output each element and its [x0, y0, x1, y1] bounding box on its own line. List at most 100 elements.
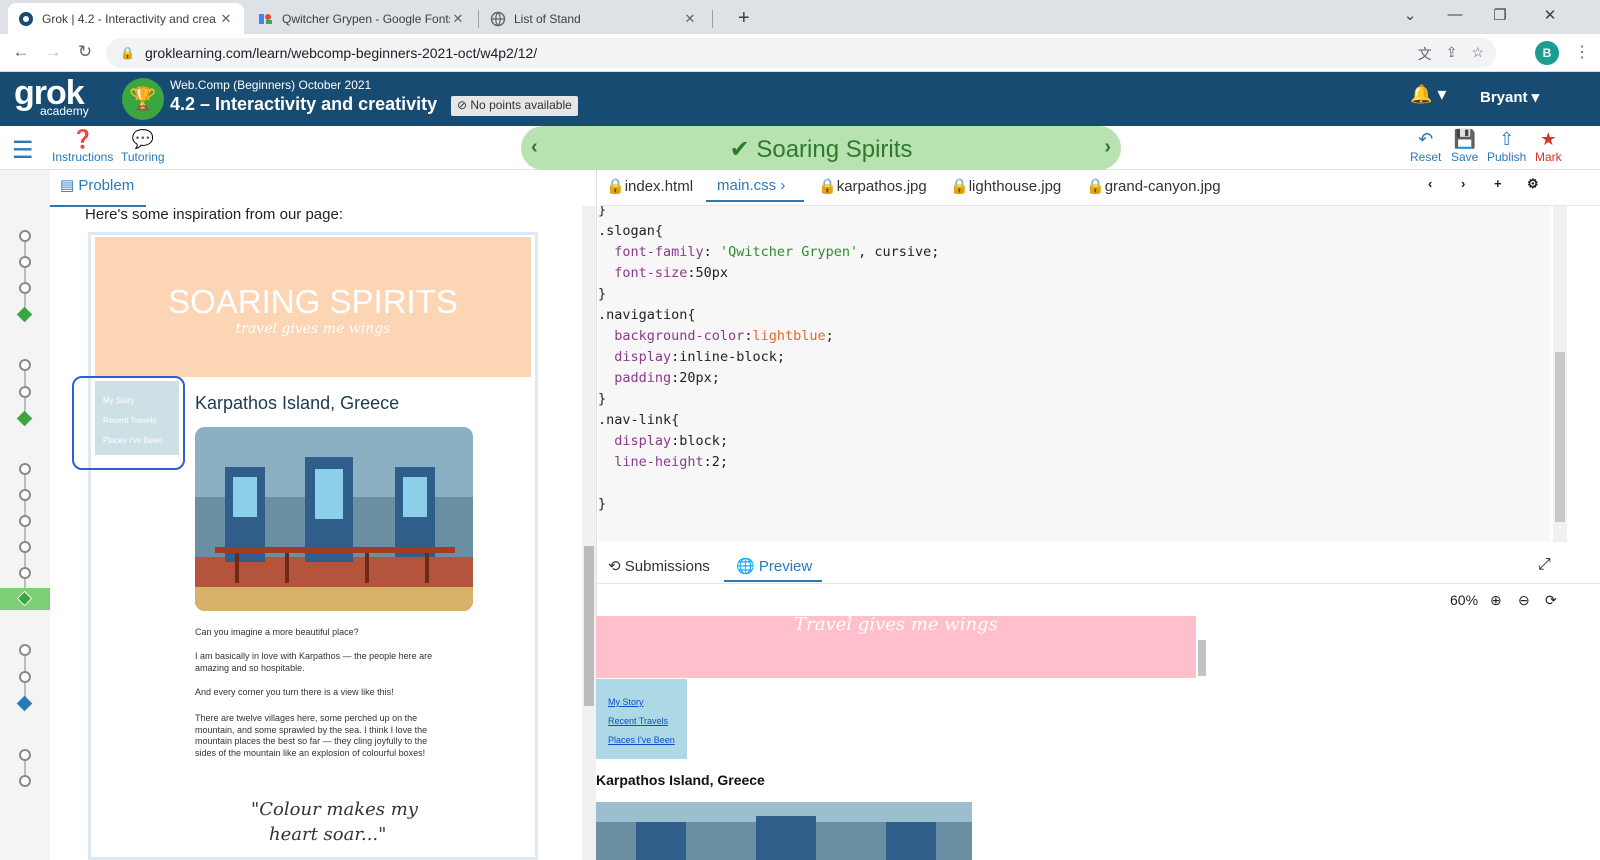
karpathos-photo: [195, 427, 473, 611]
scrollbar-thumb[interactable]: [584, 546, 594, 706]
globe-icon: 🌐: [736, 558, 759, 575]
preview-photo: [596, 802, 972, 860]
banner-title-text: Soaring Spirits: [756, 136, 913, 163]
file-tab-label: main.css: [717, 177, 777, 194]
course-name[interactable]: Web.Comp (Beginners) October 2021: [170, 78, 371, 92]
file-tab-main-css[interactable]: main.css ›: [717, 177, 785, 194]
progress-node[interactable]: [19, 489, 31, 501]
preview-tabs: ⟲ Submissions 🌐 Preview: [596, 548, 1600, 584]
progress-node[interactable]: [19, 541, 31, 553]
progress-node[interactable]: [19, 567, 31, 579]
url-field[interactable]: 🔒 groklearning.com/learn/webcomp-beginne…: [106, 38, 1496, 68]
preview-frame[interactable]: Travel gives me wings My Story Recent Tr…: [596, 616, 1196, 860]
preview-nav-link[interactable]: Recent Travels: [608, 712, 687, 731]
scrollbar-thumb[interactable]: [1555, 352, 1565, 522]
problem-title: ✔ Soaring Spirits: [521, 135, 1121, 164]
progress-node[interactable]: [19, 256, 31, 268]
progress-node[interactable]: [19, 230, 31, 242]
quote-line: heart soar...": [269, 824, 387, 846]
lock-icon: 🔒: [818, 178, 837, 195]
css-value: :inline-block;: [671, 349, 785, 365]
progress-node[interactable]: [19, 749, 31, 761]
tab-close-icon[interactable]: ✕: [218, 11, 234, 27]
user-menu[interactable]: Bryant ▾: [1480, 88, 1539, 106]
expand-icon[interactable]: ⤢: [1538, 556, 1551, 574]
translate-icon[interactable]: 文: [1418, 44, 1432, 64]
reload-icon[interactable]: ↻: [74, 42, 96, 62]
tab-title: List of Stand: [514, 11, 581, 26]
grok-logo[interactable]: grok academy: [14, 74, 89, 118]
file-tab-index-html[interactable]: 🔒index.html: [606, 177, 693, 195]
close-window-icon[interactable]: ✕: [1540, 6, 1560, 24]
profile-avatar[interactable]: B: [1535, 41, 1559, 65]
scroll-tabs-left-icon[interactable]: ‹: [1428, 176, 1432, 191]
preview-scrollbar[interactable]: [1196, 616, 1208, 860]
mock-paragraph: Can you imagine a more beautiful place?: [195, 627, 359, 637]
tab-preview[interactable]: 🌐 Preview: [736, 557, 812, 575]
tab-close-icon[interactable]: ✕: [682, 11, 698, 27]
file-tab-label: lighthouse.jpg: [968, 178, 1062, 195]
bookmark-star-icon[interactable]: ☆: [1471, 44, 1484, 64]
file-tab-karpathos-jpg[interactable]: 🔒karpathos.jpg: [818, 177, 927, 195]
css-value: :block;: [671, 433, 729, 449]
progress-node[interactable]: [19, 515, 31, 527]
completed-diamond-icon[interactable]: [16, 410, 33, 427]
browser-tab-google-fonts[interactable]: Qwitcher Grypen - Google Fonts ✕: [248, 3, 476, 34]
restore-icon[interactable]: ❐: [1490, 6, 1510, 24]
scroll-tabs-right-icon[interactable]: ›: [1461, 176, 1465, 191]
css-property: font-family: [614, 244, 704, 260]
share-icon[interactable]: ⇪: [1446, 44, 1458, 64]
code-text: }: [598, 286, 607, 302]
save-button[interactable]: 💾 Save: [1451, 128, 1478, 164]
preview-nav-link[interactable]: Places I've Been: [608, 731, 687, 750]
file-tab-lighthouse-jpg[interactable]: 🔒lighthouse.jpg: [950, 177, 1061, 195]
next-problem-arrow-icon[interactable]: ›: [1104, 136, 1111, 159]
reset-button[interactable]: ↶ Reset: [1410, 128, 1441, 164]
publish-button[interactable]: ⇧ Publish: [1487, 128, 1526, 164]
address-bar-row: ← → ↻ 🔒 groklearning.com/learn/webcomp-b…: [0, 34, 1600, 72]
file-tab-grand-canyon-jpg[interactable]: 🔒grand-canyon.jpg: [1086, 177, 1221, 195]
refresh-preview-icon[interactable]: ⟳: [1545, 592, 1557, 609]
preview-nav-link[interactable]: My Story: [608, 693, 687, 712]
progress-node[interactable]: [19, 644, 31, 656]
back-arrow-icon[interactable]: ←: [10, 42, 32, 62]
progress-node[interactable]: [19, 775, 31, 787]
problem-tab[interactable]: ▤ Problem: [60, 176, 134, 194]
code-editor[interactable]: } .slogan{ font-family: 'Qwitcher Grypen…: [598, 206, 1550, 542]
minimize-icon[interactable]: —: [1445, 6, 1465, 23]
browser-tab-grok[interactable]: Grok | 4.2 - Interactivity and crea ✕: [8, 3, 244, 34]
editor-scrollbar[interactable]: [1553, 206, 1567, 542]
tutoring-button[interactable]: 💬 Tutoring: [121, 128, 165, 164]
undo-icon: ↶: [1418, 129, 1434, 149]
tab-submissions[interactable]: ⟲ Submissions: [608, 557, 710, 575]
tab-close-icon[interactable]: ✕: [450, 11, 466, 27]
mark-button[interactable]: ★ Mark: [1535, 128, 1562, 164]
forward-arrow-icon[interactable]: →: [42, 42, 64, 62]
code-text: , cursive;: [858, 244, 940, 260]
new-tab-icon[interactable]: +: [738, 7, 750, 30]
progress-node[interactable]: [19, 386, 31, 398]
progress-node[interactable]: [19, 671, 31, 683]
tab-search-chevron-icon[interactable]: ⌄: [1400, 6, 1420, 24]
zoom-in-icon[interactable]: ⊕: [1490, 592, 1502, 609]
css-property: padding: [614, 370, 672, 386]
blue-diamond-icon[interactable]: [16, 695, 33, 712]
instructions-button[interactable]: ❓ Instructions: [52, 128, 113, 164]
list-menu-icon[interactable]: ☰: [12, 136, 34, 165]
settings-gear-icon[interactable]: ⚙: [1527, 176, 1539, 192]
browser-menu-icon[interactable]: ⋮: [1574, 42, 1590, 62]
problem-scrollbar[interactable]: [582, 206, 596, 860]
google-fonts-favicon-icon: [259, 13, 272, 24]
scrollbar-thumb[interactable]: [1198, 640, 1206, 676]
zoom-out-icon[interactable]: ⊖: [1518, 592, 1530, 609]
browser-tab-list[interactable]: List of Stand ✕: [480, 3, 708, 34]
progress-node[interactable]: [19, 359, 31, 371]
notification-bell-icon[interactable]: 🔔 ▾: [1410, 84, 1446, 105]
tab-label: Preview: [758, 558, 813, 575]
add-file-icon[interactable]: +: [1494, 176, 1502, 191]
progress-node[interactable]: [19, 463, 31, 475]
completed-diamond-icon[interactable]: [16, 306, 33, 323]
css-value: :20px;: [671, 370, 720, 386]
progress-node[interactable]: [19, 282, 31, 294]
unit-title[interactable]: 4.2 – Interactivity and creativity: [170, 94, 437, 115]
